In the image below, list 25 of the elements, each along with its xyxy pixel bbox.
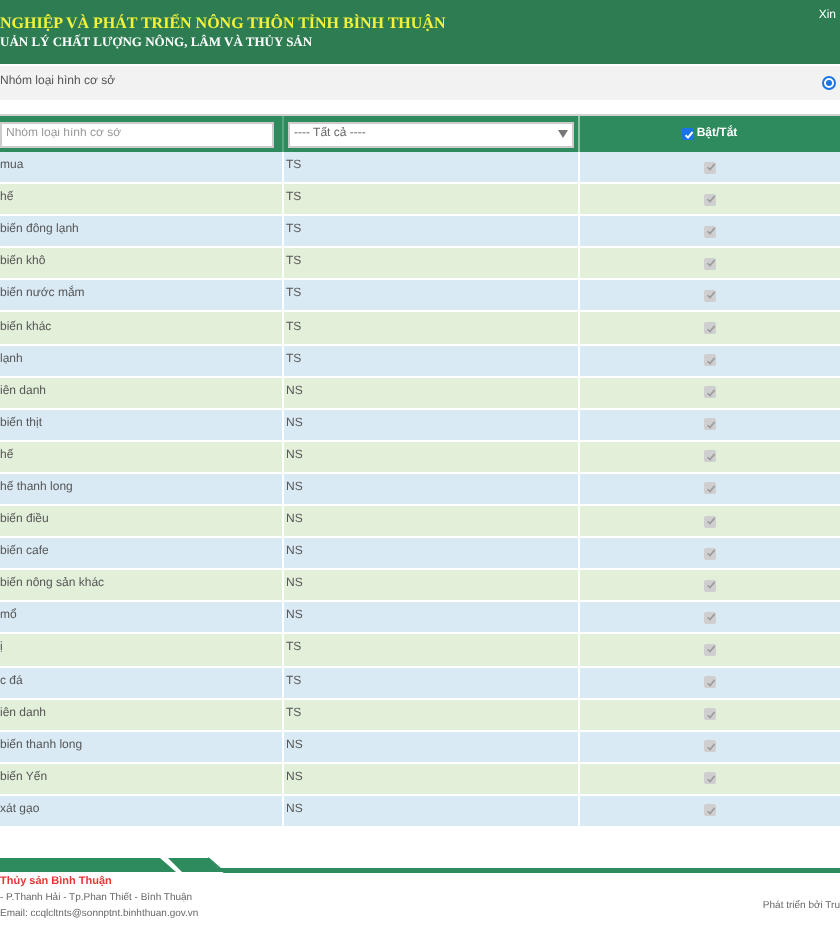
row-checkbox[interactable] [704, 450, 716, 463]
row-checkbox[interactable] [704, 611, 716, 624]
row-checkbox[interactable] [704, 386, 716, 399]
caret-icon [558, 130, 568, 138]
radio-button[interactable] [822, 76, 836, 90]
row-checkbox[interactable] [704, 708, 716, 721]
row-checkbox[interactable] [704, 772, 716, 785]
row-checkbox[interactable] [704, 322, 716, 335]
row-checkbox[interactable] [704, 354, 716, 367]
toggle-checkbox[interactable] [682, 128, 695, 140]
row-checkbox[interactable] [704, 225, 716, 238]
row-checkbox[interactable] [704, 193, 716, 206]
row-checkbox[interactable] [704, 482, 716, 495]
row-checkbox[interactable] [704, 289, 716, 302]
row-checkbox[interactable] [704, 804, 716, 817]
row-checkbox[interactable] [704, 643, 716, 656]
row-checkbox[interactable] [704, 740, 716, 753]
row-checkbox[interactable] [704, 579, 716, 592]
row-checkbox[interactable] [704, 257, 716, 270]
row-checkbox[interactable] [704, 676, 716, 689]
row-checkbox[interactable] [704, 418, 716, 431]
row-checkbox[interactable] [704, 515, 716, 528]
row-checkbox[interactable] [704, 547, 716, 560]
site-title: NGHIỆP VÀ PHÁT TRIỂN NÔNG THÔN TỈNH BÌNH THUẬN [0, 12, 446, 34]
row-checkbox[interactable] [704, 161, 716, 174]
